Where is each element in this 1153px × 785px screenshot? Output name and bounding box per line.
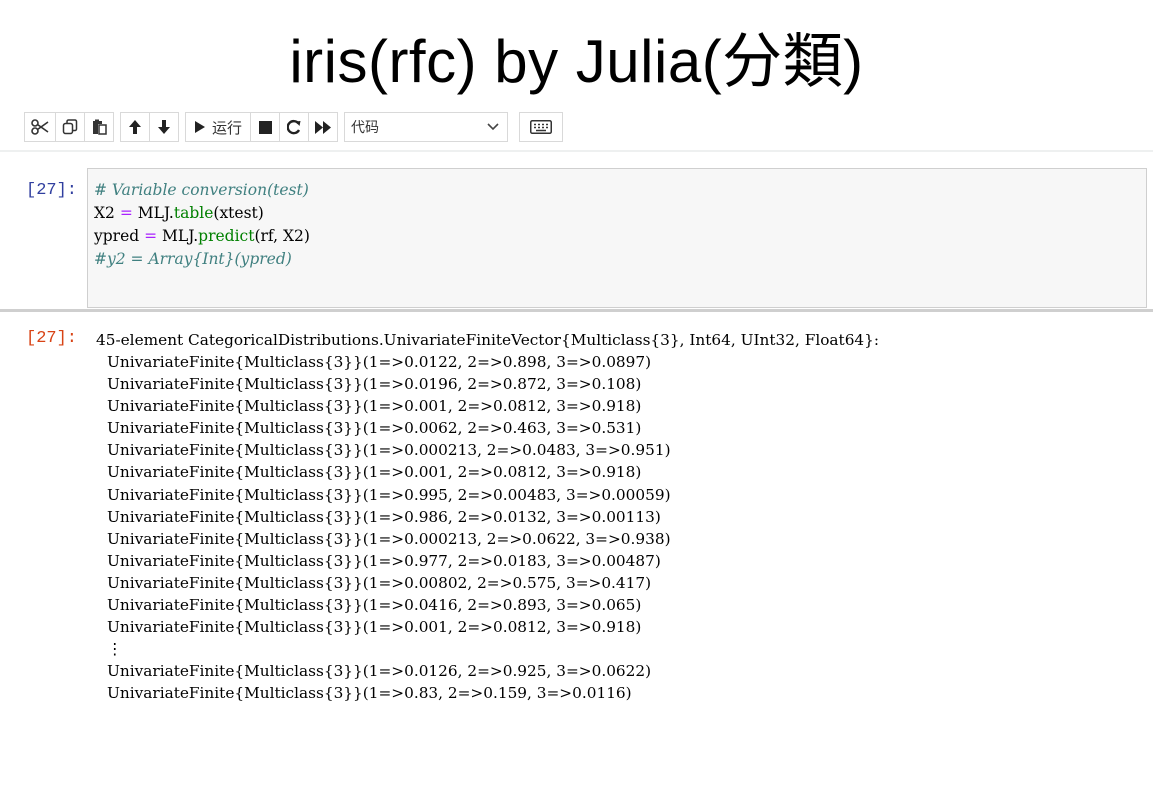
output-header: 45-element CategoricalDistributions.Univ…	[96, 331, 880, 349]
run-group: 运行	[185, 112, 339, 142]
restart-button[interactable]	[279, 112, 310, 142]
cell-divider	[0, 309, 1153, 312]
move-group	[120, 112, 179, 142]
cell-type-select[interactable]: 代码	[344, 112, 509, 142]
output-row: UnivariateFinite{Multiclass{3}}(1=>0.000…	[107, 441, 671, 460]
code-line: X2 = MLJ.table(xtest)	[94, 204, 264, 222]
edit-group	[24, 112, 114, 142]
input-prompt: [27]:	[26, 181, 78, 200]
run-button-label: 运行	[212, 118, 243, 137]
run-all-button[interactable]	[308, 112, 339, 142]
output-row: UnivariateFinite{Multiclass{3}}(1=>0.041…	[107, 596, 642, 615]
move-down-icon	[157, 119, 171, 135]
output-row: UnivariateFinite{Multiclass{3}}(1=>0.001…	[107, 463, 642, 482]
vertical-ellipsis: ⋮	[107, 640, 123, 659]
run-icon	[194, 120, 206, 134]
code-line: # Variable conversion(test)	[94, 181, 309, 199]
output-row: UnivariateFinite{Multiclass{3}}(1=>0.008…	[107, 573, 652, 592]
move-up-icon	[128, 119, 142, 135]
cell-output: 45-element CategoricalDistributions.Univ…	[96, 329, 879, 705]
cut-button[interactable]	[24, 112, 56, 142]
run-button[interactable]: 运行	[185, 112, 252, 142]
slide-title: iris(rfc) by Julia(分類)	[289, 28, 864, 95]
code-line: ypred = MLJ.predict(rf, X2)	[94, 227, 310, 245]
output-row: UnivariateFinite{Multiclass{3}}(1=>0.000…	[107, 529, 671, 548]
output-row: UnivariateFinite{Multiclass{3}}(1=>0.012…	[107, 662, 652, 681]
output-row: UnivariateFinite{Multiclass{3}}(1=>0.986…	[107, 507, 661, 526]
move-up-button[interactable]	[120, 112, 150, 142]
chevron-down-icon	[487, 119, 499, 135]
cut-icon	[31, 119, 49, 135]
copy-button[interactable]	[55, 112, 85, 142]
stop-icon	[258, 120, 272, 134]
output-row: UnivariateFinite{Multiclass{3}}(1=>0.012…	[107, 353, 652, 371]
copy-icon	[62, 119, 78, 135]
keyboard-icon	[530, 120, 553, 134]
output-row: UnivariateFinite{Multiclass{3}}(1=>0.006…	[107, 419, 642, 438]
output-row: UnivariateFinite{Multiclass{3}}(1=>0.977…	[107, 551, 661, 570]
notebook-toolbar: 运行 代码	[24, 110, 564, 144]
fast-forward-icon	[315, 120, 332, 134]
output-row: UnivariateFinite{Multiclass{3}}(1=>0.83,…	[107, 684, 632, 703]
output-row: UnivariateFinite{Multiclass{3}}(1=>0.019…	[107, 375, 642, 394]
move-down-button[interactable]	[149, 112, 179, 142]
code-line: #y2 = Array{Int}(ypred)	[94, 250, 292, 268]
code-editor[interactable]: # Variable conversion(test) X2 = MLJ.tab…	[87, 168, 1147, 308]
output-row: UnivariateFinite{Multiclass{3}}(1=>0.001…	[107, 397, 642, 416]
toolbar-divider	[0, 150, 1153, 152]
output-row: UnivariateFinite{Multiclass{3}}(1=>0.001…	[107, 618, 642, 637]
output-prompt: [27]:	[26, 329, 78, 348]
output-row: UnivariateFinite{Multiclass{3}}(1=>0.995…	[107, 485, 671, 504]
cell-type-value: 代码	[351, 120, 380, 136]
paste-button[interactable]	[84, 112, 114, 142]
interrupt-button[interactable]	[250, 112, 281, 142]
paste-icon	[91, 119, 107, 135]
command-palette-button[interactable]	[519, 112, 564, 142]
restart-icon	[287, 119, 301, 135]
